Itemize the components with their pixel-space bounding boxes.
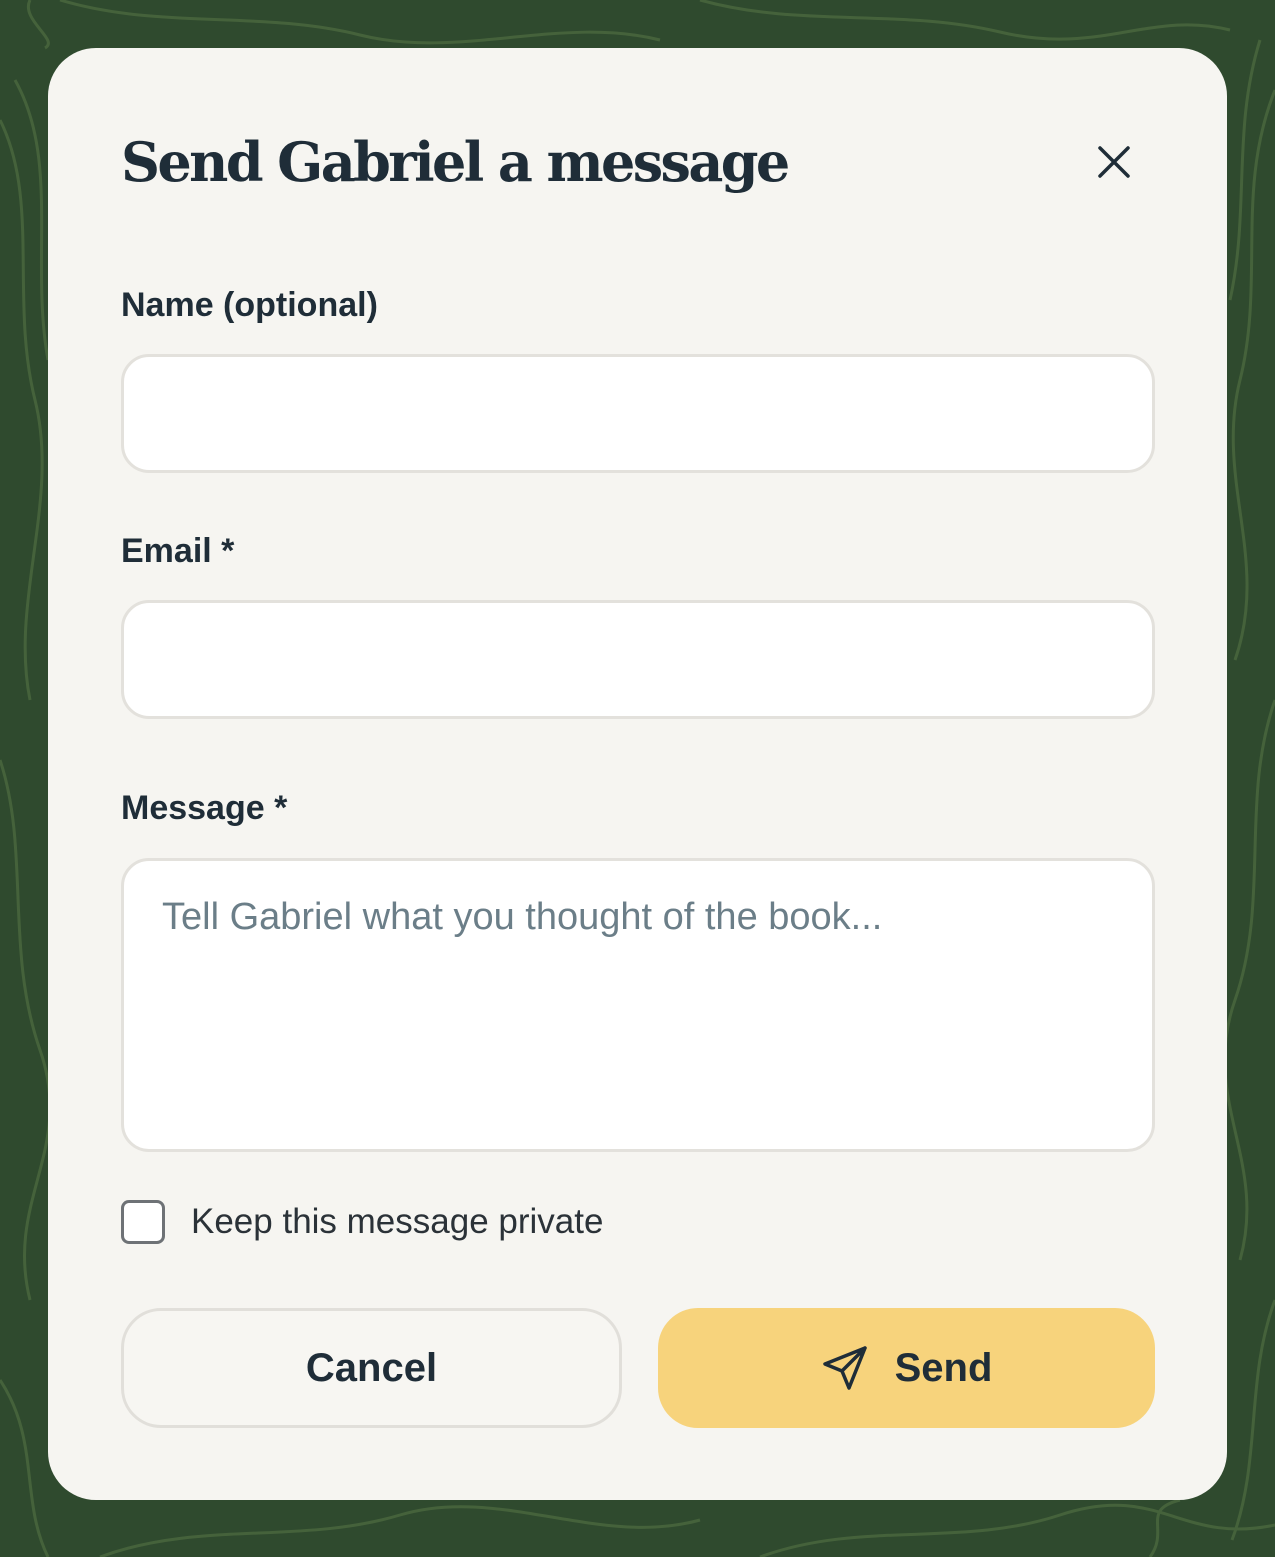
cancel-button-label: Cancel [305, 1345, 438, 1390]
message-textarea[interactable] [121, 858, 1155, 1152]
close-button[interactable] [1088, 136, 1140, 188]
dialog-title: Send Gabriel a message [121, 130, 790, 194]
private-checkbox-row[interactable]: Keep this message private [121, 1200, 603, 1244]
paper-plane-icon [821, 1344, 869, 1392]
email-input[interactable] [121, 600, 1155, 719]
send-button[interactable]: Send [658, 1308, 1155, 1428]
cancel-button[interactable]: Cancel [121, 1308, 622, 1428]
send-button-label: Send [894, 1345, 993, 1390]
message-label: Message * [121, 789, 288, 827]
private-checkbox[interactable] [121, 1200, 165, 1244]
close-icon [1098, 146, 1130, 178]
email-label: Email * [121, 532, 235, 570]
name-input[interactable] [121, 354, 1155, 473]
name-label: Name (optional) [121, 286, 378, 324]
private-checkbox-label: Keep this message private [191, 1202, 604, 1241]
message-dialog: Send Gabriel a message Name (optional) E… [48, 48, 1227, 1500]
